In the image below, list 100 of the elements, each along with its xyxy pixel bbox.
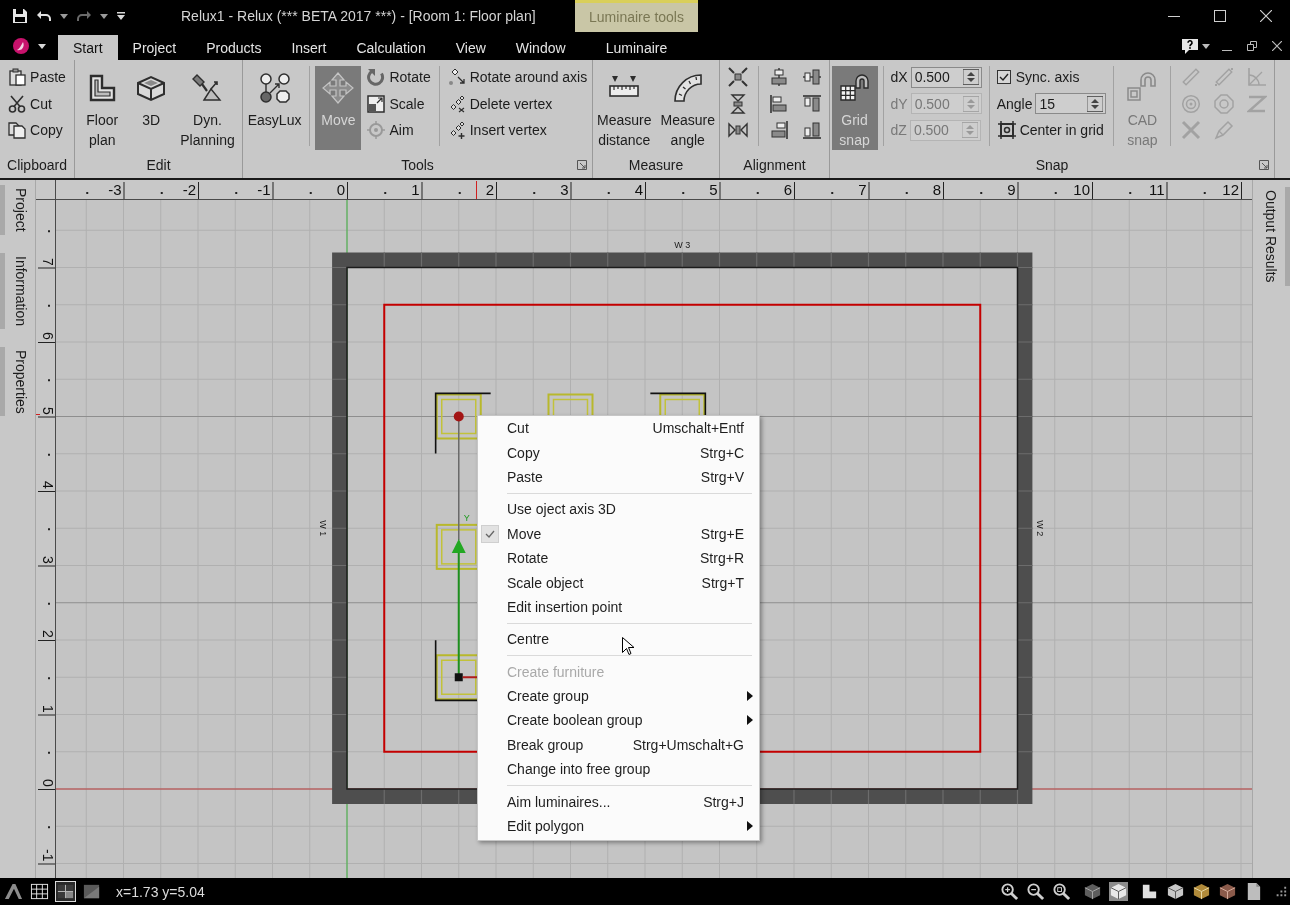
l-shape-icon[interactable]: [1140, 882, 1159, 901]
cube-icon[interactable]: [1083, 882, 1102, 901]
large-ribbon-button[interactable]: 3D: [128, 66, 175, 150]
ribbon-button[interactable]: Cut: [5, 91, 69, 116]
field-label: dZ: [890, 122, 907, 139]
spinner-arrows-icon[interactable]: [1087, 95, 1104, 112]
ruler-label: 3: [41, 555, 55, 564]
cursor-position-marker: [36, 414, 40, 415]
ruler-label: 0: [41, 779, 55, 787]
zoom-out-icon[interactable]: [1026, 882, 1045, 901]
cursor-coordinates: x=1.73 y=5.04: [116, 883, 205, 900]
align-center-icon[interactable]: [768, 67, 789, 88]
copy-icon: [8, 121, 27, 140]
shaded-square-icon[interactable]: [82, 882, 101, 901]
align-right-icon[interactable]: [768, 120, 789, 141]
ribbon-button[interactable]: Scale: [364, 91, 434, 116]
shortcut-label: Strg+T: [700, 574, 744, 591]
shortcut-label: Umschalt+Entf: [651, 420, 744, 437]
cube-icon[interactable]: [1166, 882, 1185, 901]
number-field[interactable]: 15: [1035, 93, 1107, 115]
grid-icon[interactable]: [30, 882, 49, 901]
help-icon[interactable]: [1181, 37, 1199, 55]
align-top-icon[interactable]: [801, 93, 822, 114]
ribbon-button[interactable]: Insert vertex: [444, 118, 591, 143]
wall-label: W 2: [1035, 520, 1046, 537]
ribbon-button[interactable]: Copy: [5, 118, 69, 143]
zoom-fit-icon[interactable]: [1052, 882, 1071, 901]
align-left-icon[interactable]: [768, 93, 789, 114]
ruler-label: 7: [858, 181, 867, 199]
app-logo-icon[interactable]: [13, 38, 29, 54]
ribbon-tab[interactable]: Window: [500, 35, 581, 60]
ruler-label: 1: [41, 704, 55, 713]
ribbon-tab[interactable]: Calculation: [341, 35, 441, 60]
scissors-icon: [8, 94, 27, 113]
ruler-label: 7: [41, 257, 55, 266]
axis-label: Y: [463, 513, 470, 523]
number-field[interactable]: 0.500: [910, 66, 982, 88]
move-arrows-icon: [322, 72, 355, 104]
ribbon-tab[interactable]: Insert: [276, 35, 342, 60]
large-ribbon-button[interactable]: Dyn. Planning: [177, 66, 238, 150]
field-label: Angle: [996, 95, 1033, 112]
ruler-label: 12: [1222, 181, 1239, 199]
ruler-label: 0: [336, 181, 345, 199]
customize-icon[interactable]: [116, 11, 126, 21]
ruler-label: -2: [182, 181, 196, 199]
dialog-launcher-icon[interactable]: [577, 160, 587, 170]
ribbon-button[interactable]: Center in grid: [994, 118, 1109, 143]
align-bottom-icon[interactable]: [801, 120, 822, 141]
ribbon-tab[interactable]: Project: [117, 35, 192, 60]
distribute-vertical-icon[interactable]: [727, 93, 748, 114]
caret-icon[interactable]: [1202, 43, 1210, 49]
large-ribbon-button[interactable]: Measure angle: [657, 66, 718, 150]
close-icon[interactable]: [1260, 10, 1272, 22]
ruler-label: 6: [41, 332, 55, 340]
large-ribbon-button[interactable]: Measure distance: [594, 66, 655, 150]
ruler-label: 2: [485, 181, 494, 199]
group-label: Alignment: [743, 156, 806, 175]
zoom-in-icon[interactable]: [1000, 882, 1019, 901]
grid-block-icon[interactable]: [56, 882, 75, 901]
caret-icon[interactable]: [60, 13, 68, 19]
shapes-icon: [258, 72, 291, 104]
ribbon-button[interactable]: Delete vertex: [444, 91, 591, 116]
ruler-label: 5: [709, 181, 718, 199]
large-ribbon-button[interactable]: Floor plan: [79, 66, 126, 150]
ruler-label: 5: [41, 406, 55, 415]
dialog-launcher-icon[interactable]: [1259, 160, 1269, 170]
ribbon-button[interactable]: Paste: [5, 65, 69, 90]
crosshair-icon: [367, 121, 386, 140]
wall-label: W 1: [318, 520, 329, 537]
ribbon-button[interactable]: Aim: [364, 118, 434, 143]
contextual-tab-header: Luminaire tools: [575, 0, 698, 32]
caret-icon[interactable]: [100, 13, 108, 19]
grid-magnet-icon: [838, 72, 871, 104]
large-ribbon-button[interactable]: EasyLux: [244, 66, 305, 150]
ribbon-tab[interactable]: Luminaire: [590, 35, 683, 60]
ribbon-button[interactable]: Rotate around axis: [444, 65, 591, 90]
close-icon[interactable]: [1272, 41, 1282, 51]
restore-icon[interactable]: [1247, 41, 1257, 51]
ruler-label: 11: [1148, 181, 1165, 199]
checkbox-label: Sync. axis: [1015, 69, 1080, 86]
ribbon-button[interactable]: Rotate: [364, 65, 434, 90]
caret-icon[interactable]: [38, 43, 46, 49]
ruler-label: 10: [1073, 181, 1090, 199]
maximize-icon[interactable]: [1214, 10, 1226, 22]
cube-icon[interactable]: [1218, 882, 1237, 901]
cube-icon[interactable]: [1192, 882, 1211, 901]
redo-icon[interactable]: [76, 8, 92, 24]
ruler-label: 8: [932, 181, 941, 199]
ribbon-tab[interactable]: Start: [58, 35, 118, 60]
field-label: dY: [890, 95, 908, 112]
ruler-label: 4: [41, 481, 55, 489]
spinner-arrows-icon[interactable]: [962, 69, 979, 86]
frame-target-icon: [997, 121, 1016, 140]
distribute-icon[interactable]: [727, 67, 748, 88]
align-middle-icon[interactable]: [801, 67, 822, 88]
ribbon-tab[interactable]: View: [440, 35, 501, 60]
checkbox[interactable]: [996, 70, 1011, 85]
save-icon[interactable]: [12, 8, 28, 24]
shortcut-label: Strg+E: [699, 525, 744, 542]
ribbon-tab[interactable]: Products: [191, 35, 277, 60]
